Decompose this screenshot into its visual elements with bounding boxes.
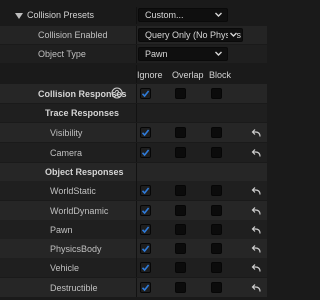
object-response-label: PhysicsBody	[50, 244, 102, 254]
visibility-overlap-checkbox[interactable]	[175, 127, 186, 138]
collision-responses-block-checkbox[interactable]	[211, 88, 222, 99]
collision-enabled-value: Query Only (No Physics C	[145, 30, 242, 40]
trace-response-row-visibility: Visibility	[0, 123, 267, 142]
collision-presets-value: Custom...	[145, 10, 184, 20]
physicsbody-ignore-checkbox[interactable]	[140, 243, 151, 254]
reset-arrow-icon[interactable]	[251, 244, 261, 254]
reset-arrow-icon[interactable]	[251, 225, 261, 235]
collision-responses-overlap-checkbox[interactable]	[175, 88, 186, 99]
worlddynamic-overlap-checkbox[interactable]	[175, 205, 186, 216]
object-response-row-pawn: Pawn	[0, 220, 267, 239]
collision-responses-row: Collision Responses ?	[0, 84, 267, 103]
checkmark-icon	[141, 226, 150, 234]
reset-arrow-icon[interactable]	[251, 206, 261, 216]
trace-response-row-camera: Camera	[0, 143, 267, 162]
visibility-block-checkbox[interactable]	[211, 127, 222, 138]
worldstatic-ignore-checkbox[interactable]	[140, 185, 151, 196]
object-response-label: WorldStatic	[50, 186, 96, 196]
destructible-ignore-checkbox[interactable]	[140, 282, 151, 293]
vehicle-ignore-checkbox[interactable]	[140, 262, 151, 273]
collision-presets-label: Collision Presets	[27, 10, 95, 20]
object-type-label: Object Type	[38, 49, 86, 59]
checkmark-icon	[141, 129, 150, 137]
response-columns-header: Ignore Overlap Block	[0, 65, 267, 83]
checkmark-icon	[141, 90, 150, 98]
reset-arrow-icon[interactable]	[251, 148, 261, 158]
pawn-overlap-checkbox[interactable]	[175, 224, 186, 235]
camera-block-checkbox[interactable]	[211, 147, 222, 158]
checkmark-icon	[141, 245, 150, 253]
collision-panel: Collision Presets Custom... Collision En…	[0, 0, 267, 300]
help-icon[interactable]: ?	[111, 87, 123, 101]
reset-arrow-icon[interactable]	[251, 283, 261, 293]
trace-response-label: Camera	[50, 148, 83, 158]
object-response-label: Vehicle	[50, 263, 80, 273]
block-column-header: Block	[209, 70, 232, 80]
worlddynamic-block-checkbox[interactable]	[211, 205, 222, 216]
camera-overlap-checkbox[interactable]	[175, 147, 186, 158]
collapse-triangle-icon[interactable]	[15, 11, 23, 21]
trace-responses-label: Trace Responses	[45, 108, 120, 118]
worlddynamic-ignore-checkbox[interactable]	[140, 205, 151, 216]
vehicle-overlap-checkbox[interactable]	[175, 262, 186, 273]
overlap-column-header: Overlap	[172, 70, 204, 80]
checkmark-icon	[141, 264, 150, 272]
vehicle-block-checkbox[interactable]	[211, 262, 222, 273]
chevron-down-icon	[228, 29, 237, 41]
object-type-row: Object Type Pawn	[0, 45, 267, 63]
trace-responses-header: Trace Responses	[0, 104, 267, 122]
worldstatic-overlap-checkbox[interactable]	[175, 185, 186, 196]
object-response-label: Pawn	[50, 225, 73, 235]
object-type-value: Pawn	[145, 49, 168, 59]
object-responses-header: Object Responses	[0, 163, 267, 181]
chevron-down-icon	[215, 48, 222, 60]
physicsbody-overlap-checkbox[interactable]	[175, 243, 186, 254]
pawn-ignore-checkbox[interactable]	[140, 224, 151, 235]
camera-ignore-checkbox[interactable]	[140, 147, 151, 158]
destructible-overlap-checkbox[interactable]	[175, 282, 186, 293]
object-response-row-worlddynamic: WorldDynamic	[0, 201, 267, 220]
object-response-row-destructible: Destructible	[0, 278, 267, 297]
checkmark-icon	[141, 149, 150, 157]
chevron-down-icon	[215, 9, 222, 21]
reset-arrow-icon[interactable]	[251, 186, 261, 196]
object-type-dropdown[interactable]: Pawn	[138, 47, 228, 61]
collision-presets-row: Collision Presets Custom...	[0, 7, 267, 24]
visibility-ignore-checkbox[interactable]	[140, 127, 151, 138]
object-responses-label: Object Responses	[45, 167, 124, 177]
checkmark-icon	[141, 207, 150, 215]
object-response-label: Destructible	[50, 283, 98, 293]
pawn-block-checkbox[interactable]	[211, 224, 222, 235]
collision-enabled-dropdown[interactable]: Query Only (No Physics C	[138, 28, 243, 42]
destructible-block-checkbox[interactable]	[211, 282, 222, 293]
physicsbody-block-checkbox[interactable]	[211, 243, 222, 254]
object-response-label: WorldDynamic	[50, 206, 109, 216]
checkmark-icon	[141, 284, 150, 292]
reset-arrow-icon[interactable]	[251, 263, 261, 273]
collision-enabled-label: Collision Enabled	[38, 30, 108, 40]
collision-enabled-row: Collision Enabled Query Only (No Physics…	[0, 26, 267, 44]
worldstatic-block-checkbox[interactable]	[211, 185, 222, 196]
collision-presets-dropdown[interactable]: Custom...	[138, 8, 228, 22]
checkmark-icon	[141, 187, 150, 195]
object-response-row-physicsbody: PhysicsBody	[0, 239, 267, 258]
trace-response-label: Visibility	[50, 128, 83, 138]
collision-responses-ignore-checkbox[interactable]	[140, 88, 151, 99]
ignore-column-header: Ignore	[137, 70, 163, 80]
reset-arrow-icon[interactable]	[251, 128, 261, 138]
object-response-row-vehicle: Vehicle	[0, 258, 267, 277]
svg-text:?: ?	[115, 89, 120, 98]
object-response-row-worldstatic: WorldStatic	[0, 181, 267, 200]
